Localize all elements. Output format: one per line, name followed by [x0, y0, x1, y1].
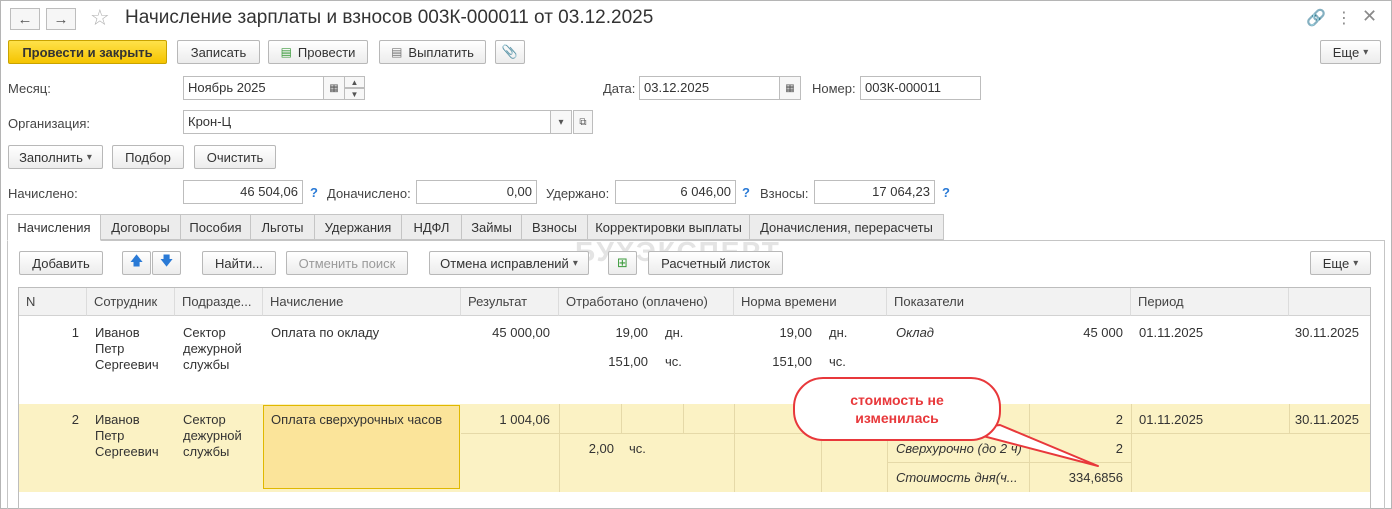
callout-bubble: стоимость не изменилась: [793, 377, 1001, 441]
callout-line-2: изменилась: [855, 410, 939, 426]
callout-line-1: стоимость не: [850, 392, 944, 408]
callout-pointer: [959, 424, 1099, 467]
